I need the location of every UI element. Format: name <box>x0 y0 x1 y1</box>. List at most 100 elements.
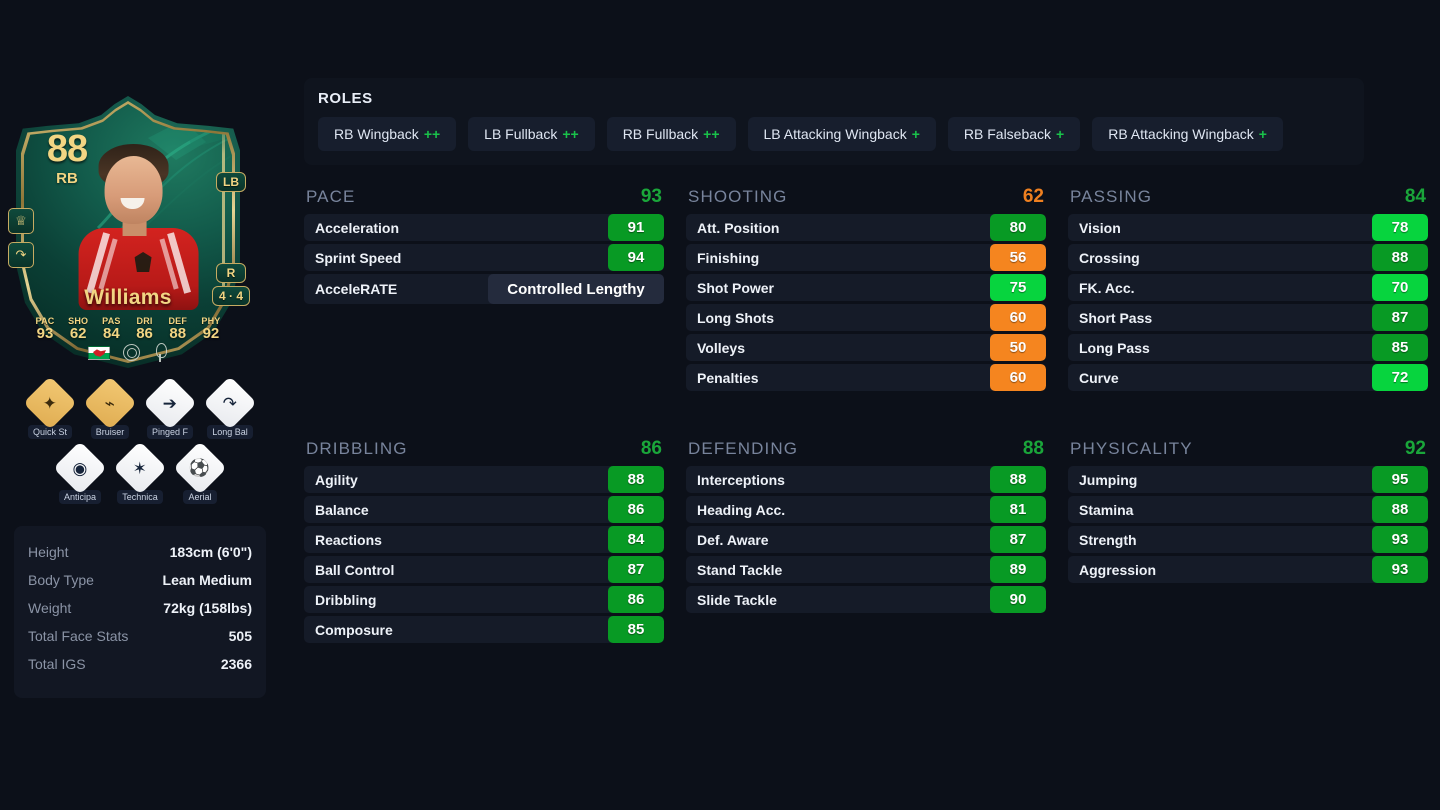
stat-value: 95 <box>1372 466 1428 493</box>
card-position: RB <box>56 169 78 187</box>
attribute-section: DEFENDING 88 Interceptions 88 Heading Acc. 81… <box>686 438 1046 646</box>
stat-value: 93 <box>1372 556 1428 583</box>
playstyle-item[interactable]: ✶ Technica <box>113 441 167 504</box>
card-face-stat-value: 93 <box>36 325 54 343</box>
stat-row: Agility 88 <box>304 466 664 493</box>
stat-label: Vision <box>1079 219 1121 236</box>
stat-row: Att. Position 80 <box>686 214 1046 241</box>
role-chip[interactable]: RB Attacking Wingback + <box>1092 117 1283 151</box>
card-face-stat: DRI 86 <box>130 316 160 342</box>
role-plus: + <box>911 126 920 142</box>
accelerate-value: Controlled Lengthy <box>488 274 664 304</box>
attribute-section-value: 88 <box>1022 438 1044 459</box>
role-chip[interactable]: RB Falseback + <box>947 117 1081 151</box>
attribute-section-header: PACE 93 <box>304 186 664 214</box>
bio-row: Body Type Lean Medium <box>28 566 252 594</box>
stat-row: Finishing 56 <box>686 244 1046 271</box>
bio-row: Weight 72kg (158lbs) <box>28 594 252 622</box>
stat-value: 94 <box>608 244 664 271</box>
card-skills-weakfoot: 4 · 4 <box>212 286 250 306</box>
attribute-section-value: 92 <box>1404 438 1426 459</box>
stat-row: Long Pass 85 <box>1068 334 1428 361</box>
stat-value: 93 <box>1372 526 1428 553</box>
attribute-section-value: 62 <box>1022 186 1044 207</box>
accelerate-row: AcceleRATE Controlled Lengthy <box>304 274 664 304</box>
role-chip[interactable]: RB Fullback ++ <box>606 117 736 151</box>
attribute-section-value: 93 <box>640 186 662 207</box>
role-plus: ++ <box>703 126 720 142</box>
stat-label: Long Pass <box>1079 339 1150 356</box>
card-face-stat-value: 88 <box>169 325 187 343</box>
playstyle-item[interactable]: ➔ Pinged F <box>143 376 197 439</box>
stat-label: Curve <box>1079 369 1119 386</box>
stat-value: 91 <box>608 214 664 241</box>
bio-row: Total IGS 2366 <box>28 650 252 678</box>
stat-row: Aggression 93 <box>1068 556 1428 583</box>
stat-value: 88 <box>1372 496 1428 523</box>
stat-label: Ball Control <box>315 561 395 578</box>
attribute-section-name: SHOOTING <box>688 187 788 206</box>
stat-row: Volleys 50 <box>686 334 1046 361</box>
stat-value: 88 <box>990 466 1046 493</box>
card-face-stat: DEF 88 <box>163 316 193 342</box>
stat-label: Aggression <box>1079 561 1157 578</box>
stat-row: Strength 93 <box>1068 526 1428 553</box>
stat-label: Def. Aware <box>697 531 769 548</box>
attributes-grid: PACE 93 Acceleration 91 Sprint Speed 94 Accele… <box>304 186 1436 646</box>
stat-label: Finishing <box>697 249 760 266</box>
stat-label: Volleys <box>697 339 745 356</box>
card-face-stat: PAS 84 <box>96 316 126 342</box>
stat-row: Long Shots 60 <box>686 304 1046 331</box>
playstyle-item[interactable]: ⚽ Aerial <box>173 441 227 504</box>
stat-label: Dribbling <box>315 591 377 608</box>
playstyle-item[interactable]: ↷ Long Bal <box>203 376 257 439</box>
card-face-stat-value: 84 <box>103 325 120 343</box>
player-card[interactable]: 88 RB ♕ ↷ LB R 4 · 4 Williams PAC 93 SHO… <box>8 96 250 368</box>
stat-value: 87 <box>990 526 1046 553</box>
bio-row: Total Face Stats 505 <box>28 622 252 650</box>
stat-label: FK. Acc. <box>1079 279 1135 296</box>
attribute-section-header: PHYSICALITY 92 <box>1068 438 1428 466</box>
card-accolade-icon-1: ♕ <box>8 208 34 234</box>
nottingham-forest-crest-icon <box>153 343 168 362</box>
attribute-section-header: SHOOTING 62 <box>686 186 1046 214</box>
playstyle-item[interactable]: ◉ Anticipa <box>53 441 107 504</box>
roles-title: ROLES <box>318 90 373 107</box>
role-plus: + <box>1258 126 1267 142</box>
card-accolade-icon-2: ↷ <box>8 242 34 268</box>
role-chip[interactable]: RB Wingback ++ <box>318 117 457 151</box>
stat-label: Penalties <box>697 369 759 386</box>
stat-value: 85 <box>1372 334 1428 361</box>
bio-row: Height 183cm (6'0") <box>28 538 252 566</box>
attribute-section-header: DRIBBLING 86 <box>304 438 664 466</box>
attribute-section-name: PASSING <box>1070 187 1153 206</box>
stat-label: Att. Position <box>697 219 780 236</box>
stat-row: Penalties 60 <box>686 364 1046 391</box>
card-face-stat: PAC 93 <box>30 316 60 342</box>
bio-key: Total Face Stats <box>28 628 129 644</box>
playstyle-item[interactable]: ⌁ Bruiser <box>83 376 137 439</box>
card-face-stats: PAC 93 SHO 62 PAS 84 DRI 86 DEF 88 PHY 9… <box>30 316 226 342</box>
bio-key: Total IGS <box>28 656 86 672</box>
stat-label: Shot Power <box>697 279 775 296</box>
role-chip[interactable]: LB Fullback ++ <box>468 117 595 151</box>
player-stats-page: 88 RB ♕ ↷ LB R 4 · 4 Williams PAC 93 SHO… <box>0 0 1440 810</box>
card-face-stat-value: 86 <box>136 325 153 343</box>
role-plus: + <box>1056 126 1065 142</box>
attribute-section: DRIBBLING 86 Agility 88 Balance 86 Reactions 84… <box>304 438 664 646</box>
stat-row: Interceptions 88 <box>686 466 1046 493</box>
stat-row: Sprint Speed 94 <box>304 244 664 271</box>
playstyles-row-1: ✦ Quick St ⌁ Bruiser ➔ Pinged F ↷ Long B… <box>14 376 266 439</box>
stat-label: Strength <box>1079 531 1137 548</box>
stat-row: Composure 85 <box>304 616 664 643</box>
aerial-icon: ⚽ <box>173 441 227 495</box>
stat-value: 88 <box>1372 244 1428 271</box>
role-chip[interactable]: LB Attacking Wingback + <box>747 117 936 151</box>
stat-row: Curve 72 <box>1068 364 1428 391</box>
attribute-section: SHOOTING 62 Att. Position 80 Finishing 56 Shot… <box>686 186 1046 394</box>
card-rating-block: 88 RB <box>36 130 98 187</box>
stat-value: 87 <box>1372 304 1428 331</box>
playstyle-item[interactable]: ✦ Quick St <box>23 376 77 439</box>
bio-value: 505 <box>228 628 252 644</box>
stat-value: 86 <box>608 496 664 523</box>
